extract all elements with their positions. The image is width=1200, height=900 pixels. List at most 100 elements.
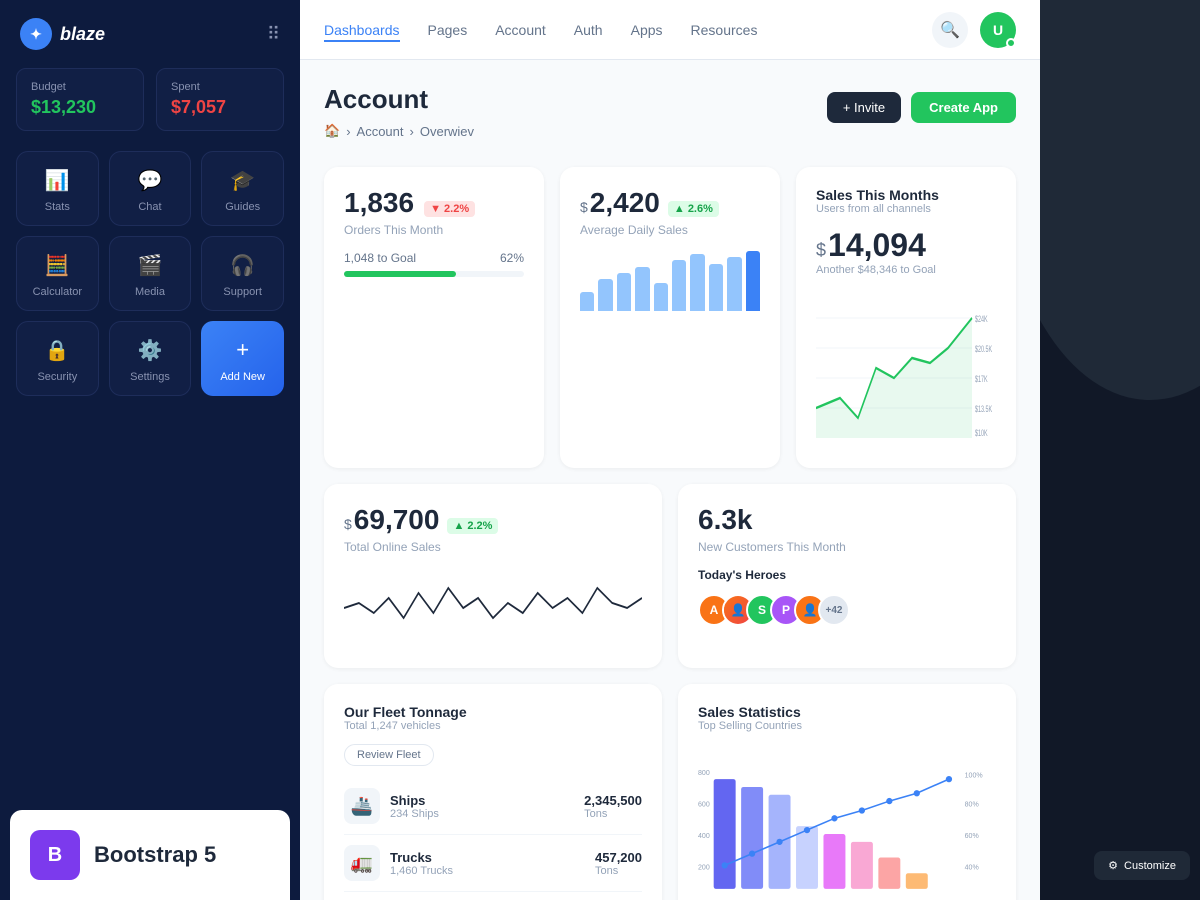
ships-icon: 🚢 (344, 788, 380, 824)
chart-x-labels: Apr 04 Apr 07 Apr 10 Apr 13 Apr 16 (816, 447, 996, 448)
svg-text:80%: 80% (965, 802, 980, 809)
sidebar-item-add-new-label: Add New (220, 371, 265, 383)
bar-0 (580, 292, 594, 311)
budget-value: $13,230 (31, 97, 129, 118)
svg-text:40%: 40% (965, 864, 980, 871)
heroes-avatars: A 👤 S P 👤 +42 (698, 594, 996, 626)
invite-button[interactable]: + Invite (827, 92, 901, 123)
bar-5 (672, 260, 686, 311)
review-fleet-button[interactable]: Review Fleet (344, 744, 434, 766)
sidebar-item-stats[interactable]: 📊 Stats (16, 151, 99, 226)
online-sales-card: $ 69,700 ▲ 2.2% Total Online Sales (324, 484, 662, 668)
sales-month-card: Sales This Months Users from all channel… (796, 167, 1016, 468)
media-icon: 🎬 (138, 253, 163, 278)
sidebar-item-support-label: Support (223, 286, 262, 298)
budget-label: Budget (31, 81, 129, 93)
daily-sales-label: Average Daily Sales (580, 223, 760, 237)
svg-text:$17K: $17K (975, 374, 988, 385)
sidebar-item-settings-label: Settings (130, 371, 170, 383)
fleet-item-planes: ✈️ Planes 8 Aircrafts 1,240 Tons (344, 892, 642, 900)
online-indicator (1006, 38, 1016, 48)
sidebar-item-guides[interactable]: 🎓 Guides (201, 151, 284, 226)
trucks-count: 1,460 Trucks (390, 865, 453, 877)
orders-progress: 1,048 to Goal 62% (344, 251, 524, 277)
goal-pct: 62% (500, 251, 524, 265)
ships-count: 234 Ships (390, 808, 439, 820)
svg-text:$13.5K: $13.5K (975, 404, 992, 415)
page-content: Account 🏠 › Account › Overwiev + Invite … (300, 60, 1040, 900)
spent-card: Spent $7,057 (156, 68, 284, 131)
customize-icon: ⚙ (1108, 859, 1118, 872)
sidebar-item-security[interactable]: 🔒 Security (16, 321, 99, 396)
daily-sales-card: $ 2,420 ▲ 2.6% Average Daily Sales (560, 167, 780, 468)
sidebar-item-support[interactable]: 🎧 Support (201, 236, 284, 311)
create-app-button[interactable]: Create App (911, 92, 1016, 123)
fleet-subtitle: Total 1,247 vehicles (344, 720, 642, 732)
sidebar-item-media-label: Media (135, 286, 165, 298)
top-nav-links: Dashboards Pages Account Auth Apps Resou… (324, 18, 757, 42)
orders-change: ▼ 2.2% (424, 201, 475, 217)
online-sales-change: ▲ 2.2% (447, 518, 498, 534)
bar-1 (598, 279, 612, 311)
customers-label: New Customers This Month (698, 540, 996, 554)
svg-text:200: 200 (698, 864, 710, 871)
new-customers-card: 6.3k New Customers This Month Today's He… (678, 484, 1016, 668)
sidebar-item-add-new[interactable]: + Add New (201, 321, 284, 396)
budget-row: Budget $13,230 Spent $7,057 (0, 68, 300, 151)
spent-label: Spent (171, 81, 269, 93)
user-avatar[interactable]: U (980, 12, 1016, 48)
sidebar-item-calculator-label: Calculator (33, 286, 83, 298)
breadcrumb: 🏠 › Account › Overwiev (324, 123, 474, 139)
security-icon: 🔒 (45, 338, 70, 363)
fleet-card: Our Fleet Tonnage Total 1,247 vehicles R… (324, 684, 662, 900)
support-icon: 🎧 (230, 253, 255, 278)
tab-auth[interactable]: Auth (574, 18, 603, 42)
daily-sales-chart (580, 251, 760, 311)
sales-month-title: Sales This Months (816, 187, 996, 203)
sales-line-chart: $24K $20.5K $17K $13.5K $10K Apr 04 Apr … (816, 288, 996, 448)
budget-card: Budget $13,230 (16, 68, 144, 131)
stats-icon: 📊 (45, 168, 70, 193)
goal-text: 1,048 to Goal (344, 251, 416, 265)
customize-button[interactable]: ⚙ Customize (1094, 851, 1190, 880)
sidebar-item-chat[interactable]: 💬 Chat (109, 151, 192, 226)
tab-pages[interactable]: Pages (428, 18, 468, 42)
tab-dashboards[interactable]: Dashboards (324, 18, 400, 42)
ships-value: 2,345,500 (584, 793, 642, 808)
tab-account[interactable]: Account (495, 18, 546, 42)
tab-resources[interactable]: Resources (691, 18, 758, 42)
bootstrap-badge: B Bootstrap 5 (10, 810, 290, 900)
fleet-item-trucks: 🚛 Trucks 1,460 Trucks 457,200 Tons (344, 835, 642, 892)
sidebar-item-media[interactable]: 🎬 Media (109, 236, 192, 311)
tab-apps[interactable]: Apps (631, 18, 663, 42)
sidebar-item-calculator[interactable]: 🧮 Calculator (16, 236, 99, 311)
ships-unit: Tons (584, 808, 642, 820)
customers-value: 6.3k (698, 504, 996, 536)
stats-grid-row2: $ 69,700 ▲ 2.2% Total Online Sales 6.3k … (324, 484, 1016, 668)
stats-grid-row1: 1,836 ▼ 2.2% Orders This Month 1,048 to … (324, 167, 1016, 468)
sidebar-item-settings[interactable]: ⚙️ Settings (109, 321, 192, 396)
trucks-value: 457,200 (595, 850, 642, 865)
bootstrap-label: Bootstrap 5 (94, 842, 216, 868)
breadcrumb-home: 🏠 (324, 123, 340, 139)
menu-icon[interactable]: ⠿ (267, 24, 280, 45)
search-button[interactable]: 🔍 (932, 12, 968, 48)
sidebar-item-guides-label: Guides (225, 201, 260, 213)
bootstrap-icon: B (30, 830, 80, 880)
svg-text:$24K: $24K (975, 314, 988, 325)
svg-text:600: 600 (698, 802, 710, 809)
fleet-title: Our Fleet Tonnage (344, 704, 642, 720)
sales-stats-card: Sales Statistics Top Selling Countries 8… (678, 684, 1016, 900)
ships-name: Ships (390, 793, 439, 808)
svg-text:800: 800 (698, 770, 710, 777)
sidebar-item-security-label: Security (37, 371, 77, 383)
settings-icon: ⚙️ (138, 338, 163, 363)
heroes-count: +42 (818, 594, 850, 626)
trucks-name: Trucks (390, 850, 453, 865)
sales-goal-text: Another $48,346 to Goal (816, 264, 996, 276)
sales-month-value: 14,094 (828, 227, 926, 264)
sidebar-header: ✦ blaze ⠿ (0, 0, 300, 68)
daily-sales-change: ▲ 2.6% (668, 201, 719, 217)
progress-bar-bg (344, 271, 524, 277)
breadcrumb-account: Account (357, 124, 404, 139)
